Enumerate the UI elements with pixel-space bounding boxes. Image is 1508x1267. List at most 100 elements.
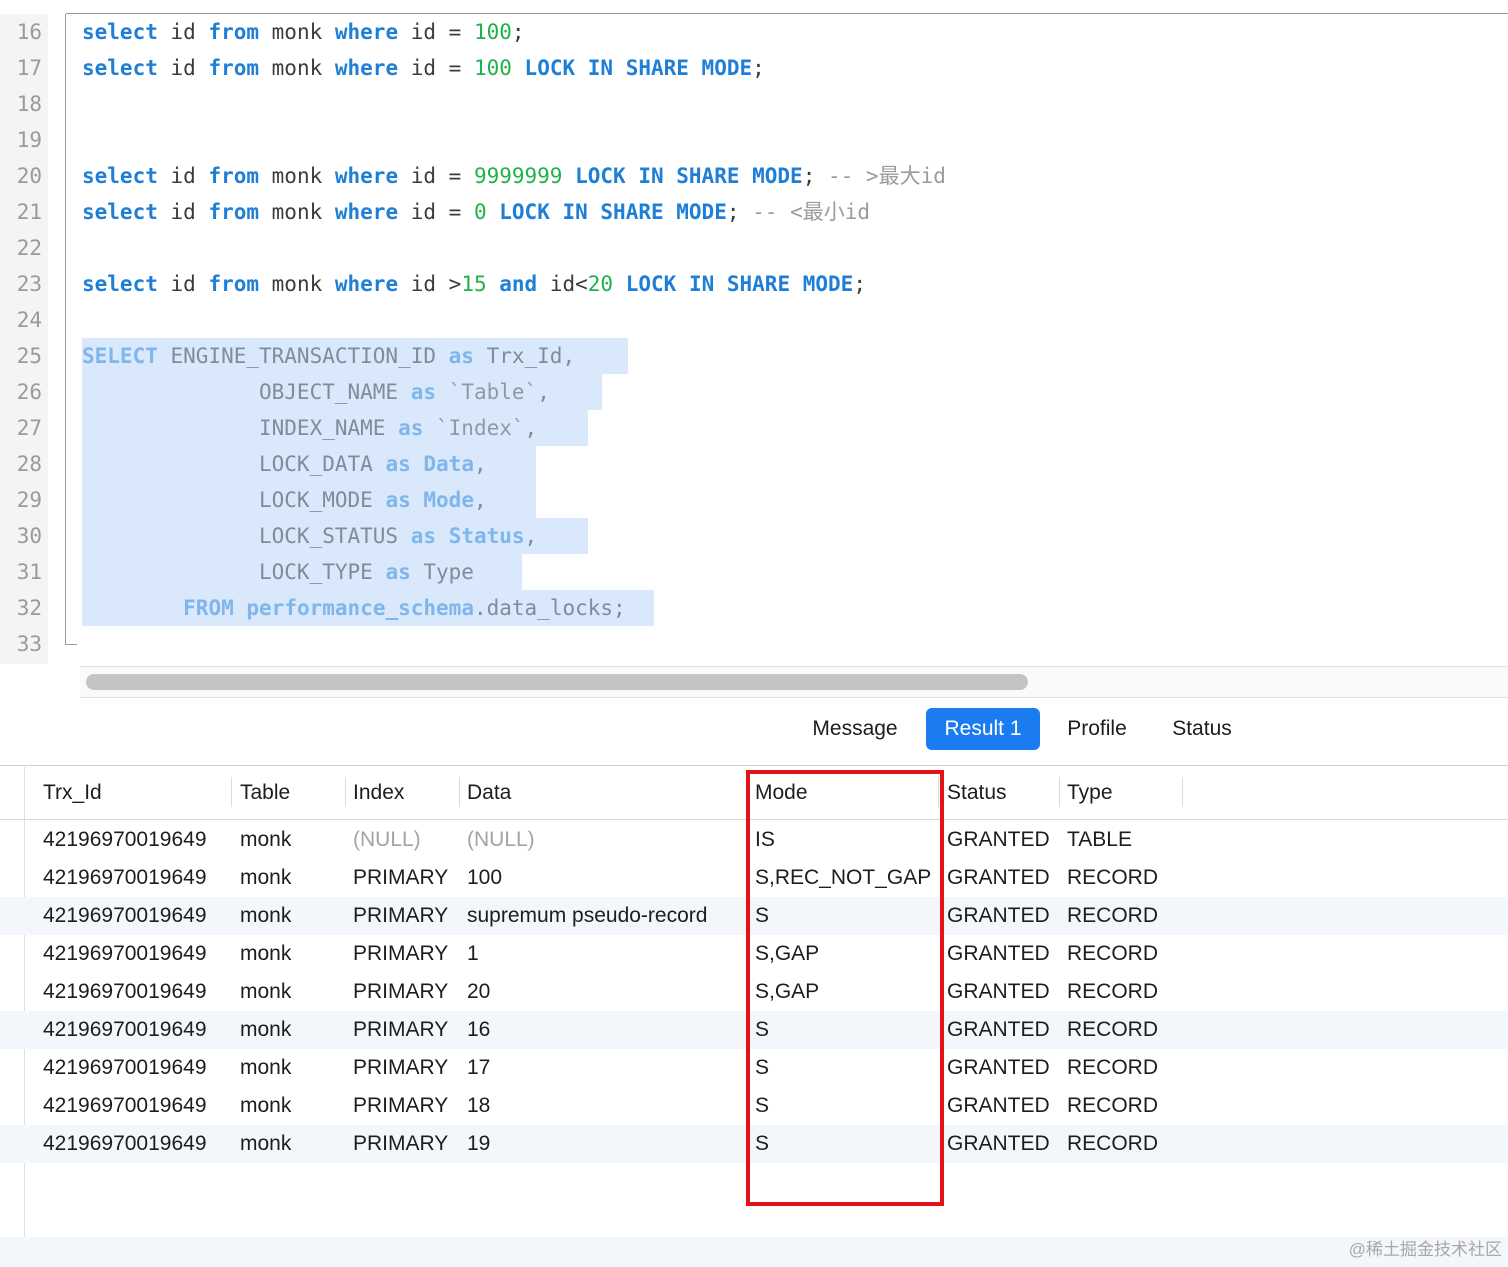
cell-data[interactable]: 20 [467, 973, 743, 1011]
column-header-mode[interactable]: Mode [755, 767, 808, 819]
column-divider[interactable] [746, 777, 747, 807]
cell-data[interactable]: 1 [467, 935, 743, 973]
cell-trx-id[interactable]: 42196970019649 [43, 859, 227, 897]
cell-mode[interactable]: S [755, 1087, 935, 1125]
cell-data[interactable]: 16 [467, 1011, 743, 1049]
cell-data[interactable]: 18 [467, 1087, 743, 1125]
sql-editor[interactable]: 16 select id from monk where id = 100; 17 s… [0, 0, 1508, 664]
table-row[interactable]: 42196970019649 monk PRIMARY 1 S,GAP GRANTED RE… [0, 935, 1508, 973]
cell-trx-id[interactable]: 42196970019649 [43, 1011, 227, 1049]
cell-trx-id[interactable]: 42196970019649 [43, 897, 227, 935]
column-divider[interactable] [1182, 777, 1183, 807]
code-line[interactable]: 30 LOCK_STATUS as Status, [0, 518, 1508, 554]
code-line[interactable]: 25 SELECT ENGINE_TRANSACTION_ID as Trx_Id… [0, 338, 1508, 374]
cell-trx-id[interactable]: 42196970019649 [43, 973, 227, 1011]
cell-table[interactable]: monk [240, 1125, 344, 1163]
cell-mode[interactable]: S [755, 1011, 935, 1049]
cell-type[interactable]: RECORD [1067, 1011, 1179, 1049]
cell-index[interactable]: PRIMARY [353, 1087, 457, 1125]
cell-mode[interactable]: S [755, 1125, 935, 1163]
column-divider[interactable] [1059, 777, 1060, 807]
cell-trx-id[interactable]: 42196970019649 [43, 1049, 227, 1087]
cell-type[interactable]: RECORD [1067, 935, 1179, 973]
cell-status[interactable]: GRANTED [947, 1125, 1057, 1163]
cell-data[interactable]: 17 [467, 1049, 743, 1087]
table-row[interactable]: 42196970019649 monk PRIMARY 17 S GRANTED RECOR… [0, 1049, 1508, 1087]
cell-table[interactable]: monk [240, 973, 344, 1011]
cell-table[interactable]: monk [240, 935, 344, 973]
cell-table[interactable]: monk [240, 821, 344, 859]
cell-data[interactable]: (NULL) [467, 821, 743, 859]
code-line[interactable]: 23 select id from monk where id >15 and i… [0, 266, 1508, 302]
cell-type[interactable]: RECORD [1067, 973, 1179, 1011]
cell-status[interactable]: GRANTED [947, 1049, 1057, 1087]
table-row[interactable]: 42196970019649 monk PRIMARY 100 S,REC_NOT_GA… [0, 859, 1508, 897]
cell-data[interactable]: 100 [467, 859, 743, 897]
column-divider[interactable] [345, 777, 346, 807]
cell-data[interactable]: 19 [467, 1125, 743, 1163]
table-row[interactable]: 42196970019649 monk PRIMARY supremum pseudo… [0, 897, 1508, 935]
cell-status[interactable]: GRANTED [947, 897, 1057, 935]
cell-table[interactable]: monk [240, 1049, 344, 1087]
cell-table[interactable]: monk [240, 1011, 344, 1049]
column-header-type[interactable]: Type [1067, 767, 1113, 819]
cell-index[interactable]: (NULL) [353, 821, 457, 859]
cell-mode[interactable]: S,REC_NOT_GAP [755, 859, 935, 897]
cell-type[interactable]: RECORD [1067, 1125, 1179, 1163]
column-header-status[interactable]: Status [947, 767, 1007, 819]
code-line[interactable]: 21 select id from monk where id = 0 LOCK … [0, 194, 1508, 230]
cell-index[interactable]: PRIMARY [353, 1125, 457, 1163]
cell-status[interactable]: GRANTED [947, 935, 1057, 973]
code-line[interactable]: 18 [0, 86, 1508, 122]
cell-table[interactable]: monk [240, 859, 344, 897]
cell-type[interactable]: RECORD [1067, 1049, 1179, 1087]
cell-type[interactable]: RECORD [1067, 897, 1179, 935]
cell-status[interactable]: GRANTED [947, 1011, 1057, 1049]
column-header-trx-id[interactable]: Trx_Id [43, 767, 102, 819]
tab-message[interactable]: Message [796, 708, 914, 750]
column-header-index[interactable]: Index [353, 767, 404, 819]
code-line[interactable]: 27 INDEX_NAME as `Index`, [0, 410, 1508, 446]
cell-trx-id[interactable]: 42196970019649 [43, 821, 227, 859]
code-line[interactable]: 26 OBJECT_NAME as `Table`, [0, 374, 1508, 410]
column-divider[interactable] [231, 777, 232, 807]
cell-status[interactable]: GRANTED [947, 973, 1057, 1011]
cell-table[interactable]: monk [240, 1087, 344, 1125]
cell-index[interactable]: PRIMARY [353, 859, 457, 897]
cell-index[interactable]: PRIMARY [353, 897, 457, 935]
column-header-data[interactable]: Data [467, 767, 511, 819]
tab-status[interactable]: Status [1156, 708, 1248, 750]
tab-profile[interactable]: Profile [1052, 708, 1142, 750]
code-line[interactable]: 28 LOCK_DATA as Data, [0, 446, 1508, 482]
table-row[interactable]: 42196970019649 monk PRIMARY 16 S GRANTED RECOR… [0, 1011, 1508, 1049]
column-header-table[interactable]: Table [240, 767, 290, 819]
cell-mode[interactable]: S [755, 1049, 935, 1087]
code-line[interactable]: 16 select id from monk where id = 100; [0, 14, 1508, 50]
code-line[interactable]: 32 FROM performance_schema.data_locks; [0, 590, 1508, 626]
cell-data[interactable]: supremum pseudo-record [467, 897, 743, 935]
cell-status[interactable]: GRANTED [947, 859, 1057, 897]
column-divider[interactable] [459, 777, 460, 807]
cell-type[interactable]: RECORD [1067, 859, 1179, 897]
cell-index[interactable]: PRIMARY [353, 1011, 457, 1049]
cell-index[interactable]: PRIMARY [353, 1049, 457, 1087]
table-row[interactable]: 42196970019649 monk (NULL) (NULL) IS GRANTED T… [0, 821, 1508, 859]
code-line[interactable]: 22 [0, 230, 1508, 266]
table-row[interactable]: 42196970019649 monk PRIMARY 20 S,GAP GRANTED R… [0, 973, 1508, 1011]
tab-result-1[interactable]: Result 1 [926, 708, 1040, 750]
cell-type[interactable]: RECORD [1067, 1087, 1179, 1125]
code-line[interactable]: 33 [0, 626, 1508, 662]
code-line[interactable]: 31 LOCK_TYPE as Type [0, 554, 1508, 590]
cell-status[interactable]: GRANTED [947, 821, 1057, 859]
cell-mode[interactable]: IS [755, 821, 935, 859]
cell-mode[interactable]: S,GAP [755, 935, 935, 973]
code-line[interactable]: 19 [0, 122, 1508, 158]
cell-mode[interactable]: S [755, 897, 935, 935]
table-row[interactable]: 42196970019649 monk PRIMARY 18 S GRANTED RECOR… [0, 1087, 1508, 1125]
cell-table[interactable]: monk [240, 897, 344, 935]
cell-trx-id[interactable]: 42196970019649 [43, 935, 227, 973]
code-line[interactable]: 29 LOCK_MODE as Mode, [0, 482, 1508, 518]
cell-index[interactable]: PRIMARY [353, 935, 457, 973]
cell-mode[interactable]: S,GAP [755, 973, 935, 1011]
code-line[interactable]: 24 [0, 302, 1508, 338]
